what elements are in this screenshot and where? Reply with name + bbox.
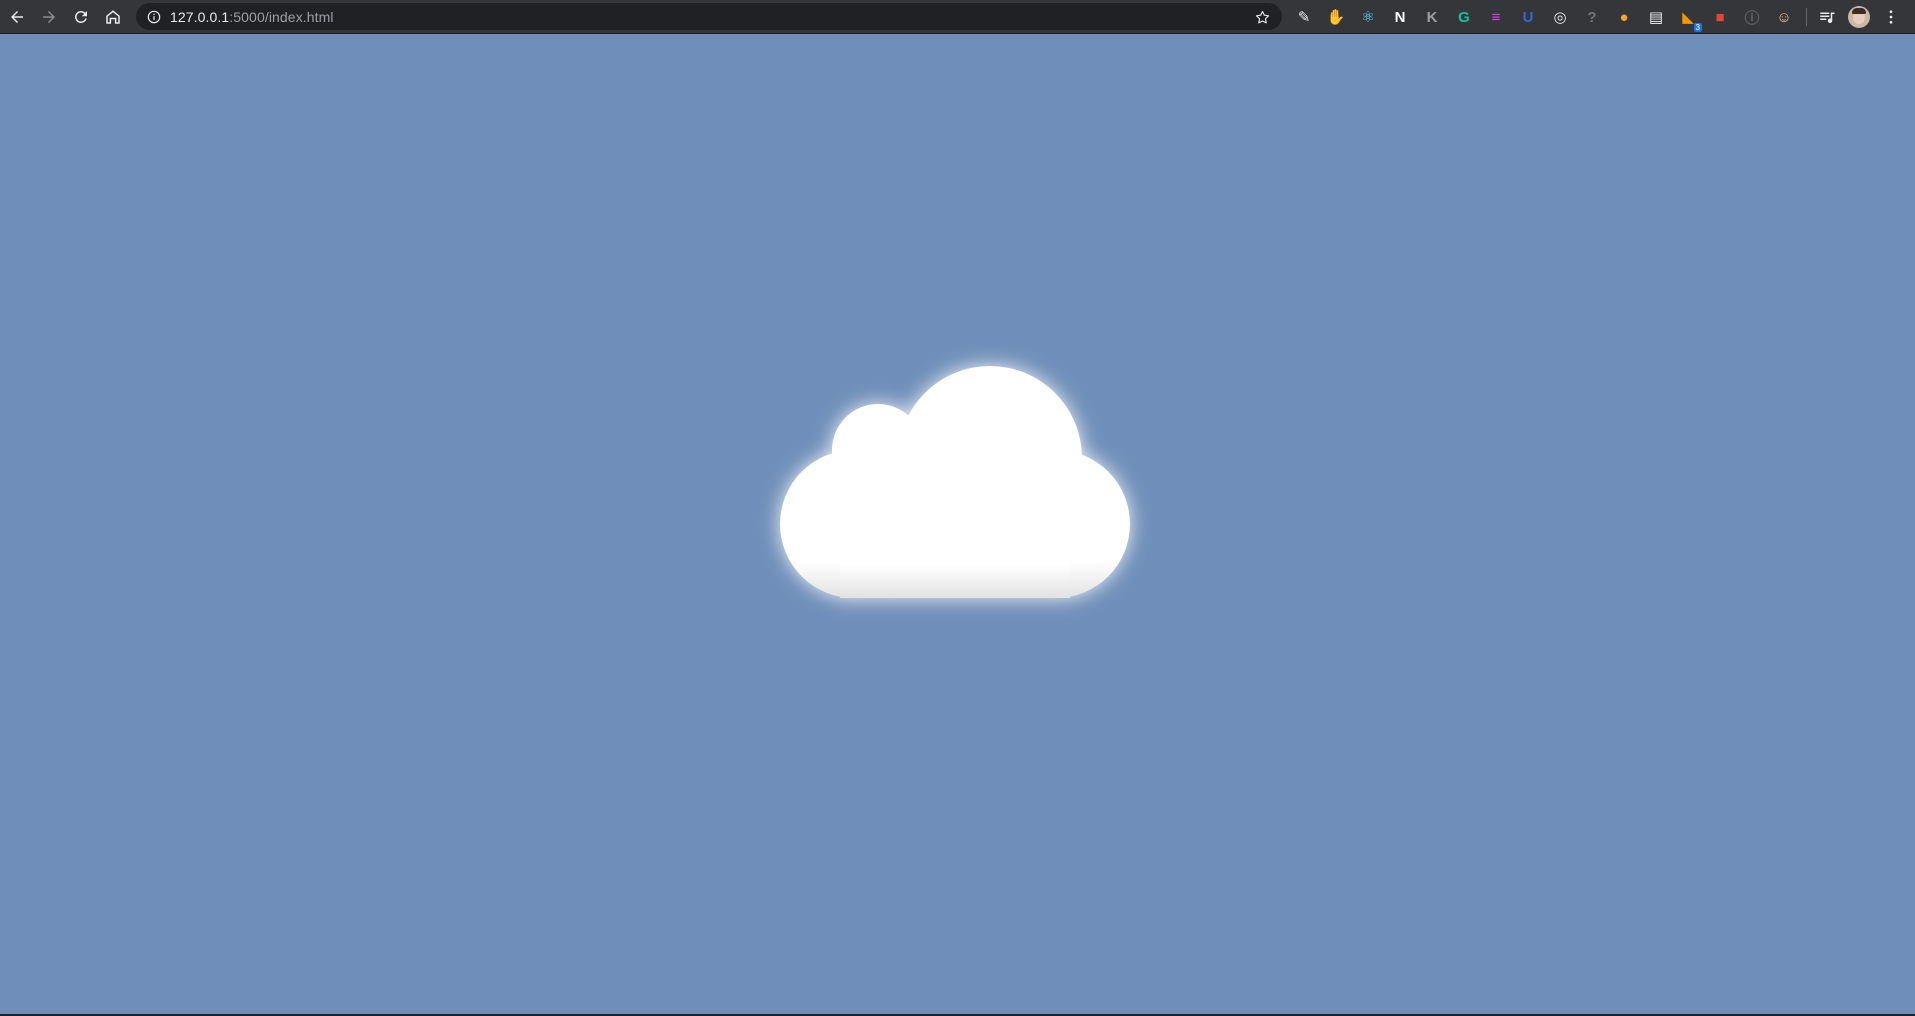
pen-extension-icon: ✎ [1297,9,1311,26]
address-bar[interactable]: 127.0.0.1:5000/index.html [136,3,1282,30]
k-extension-button[interactable]: K [1420,5,1444,29]
star-icon[interactable] [1252,7,1272,27]
unknown-extension-icon: ? [1587,8,1597,26]
target-extension-icon: ◎ [1553,9,1567,26]
cloud [780,366,1130,598]
avatar [1848,6,1870,28]
react-devtools-extension-icon: ⚛ [1361,9,1375,26]
media-queue-icon [1820,12,1835,24]
stop-hand-extension-icon: ✋ [1326,9,1346,26]
browser-toolbar: 127.0.0.1:5000/index.html ✎ ✋ ⚛ N K G ≡ U ◎? ● ▤ ◣ 3… [0,0,1915,34]
home-button[interactable] [100,4,126,30]
stop-hand-extension-button[interactable]: ✋ [1324,5,1348,29]
arrow-left-icon [11,11,23,23]
url-text[interactable]: 127.0.0.1:5000/index.html [170,9,334,25]
grammarly-extension-icon: G [1458,8,1470,26]
pen-extension-button[interactable]: ✎ [1292,5,1316,29]
gift-extension-icon: ■ [1715,8,1725,26]
info-extension-icon: ⓘ [1744,9,1760,27]
home-icon [106,10,120,24]
reload-icon [74,10,87,23]
forward-button[interactable] [36,4,62,30]
list-extension-icon: ≡ [1491,8,1501,26]
url-host: 127.0.0.1 [170,8,230,25]
target-extension-button[interactable]: ◎ [1548,5,1572,29]
extension-badge: 3 [1693,23,1702,32]
media-control-button[interactable] [1815,5,1839,29]
octopus-extension-button[interactable]: ● [1612,5,1636,29]
k-extension-icon: K [1426,8,1438,26]
extensions-bar: ✎ ✋ ⚛ N K G ≡ U ◎? ● ▤ ◣ 3 ■ ⓘ ☺ [1292,5,1911,32]
toolbar-divider [1806,8,1807,26]
back-button[interactable] [4,4,30,30]
octopus-extension-icon: ● [1619,8,1629,26]
notion-extension-icon: N [1394,8,1406,26]
info-icon[interactable] [146,9,162,25]
face-extension-icon: ☺ [1776,8,1792,26]
gift-extension-button[interactable]: ■ [1708,5,1732,29]
kebab-menu-icon [1889,10,1893,24]
profile-button[interactable] [1847,5,1871,29]
calendar-extension-button[interactable]: ▤ [1644,5,1668,29]
reload-button[interactable] [68,4,94,30]
cloud-illustration [780,366,1130,598]
react-devtools-extension-button[interactable]: ⚛ [1356,5,1380,29]
info-extension-button[interactable]: ⓘ [1740,5,1764,29]
shield-extension-button[interactable]: U [1516,5,1540,29]
list-extension-button[interactable]: ≡ [1484,5,1508,29]
unknown-extension-button[interactable]: ? [1580,5,1604,29]
browser-menu-button[interactable] [1879,5,1903,29]
face-extension-button[interactable]: ☺ [1772,5,1796,29]
arrow-right-icon [43,11,55,23]
url-path: :5000/index.html [229,8,334,25]
notion-extension-button[interactable]: N [1388,5,1412,29]
rss-extension-button[interactable]: ◣ 3 [1676,5,1702,32]
page-viewport [0,34,1915,1014]
grammarly-extension-button[interactable]: G [1452,5,1476,29]
shield-extension-icon: U [1522,8,1534,26]
calendar-extension-icon: ▤ [1648,9,1664,26]
